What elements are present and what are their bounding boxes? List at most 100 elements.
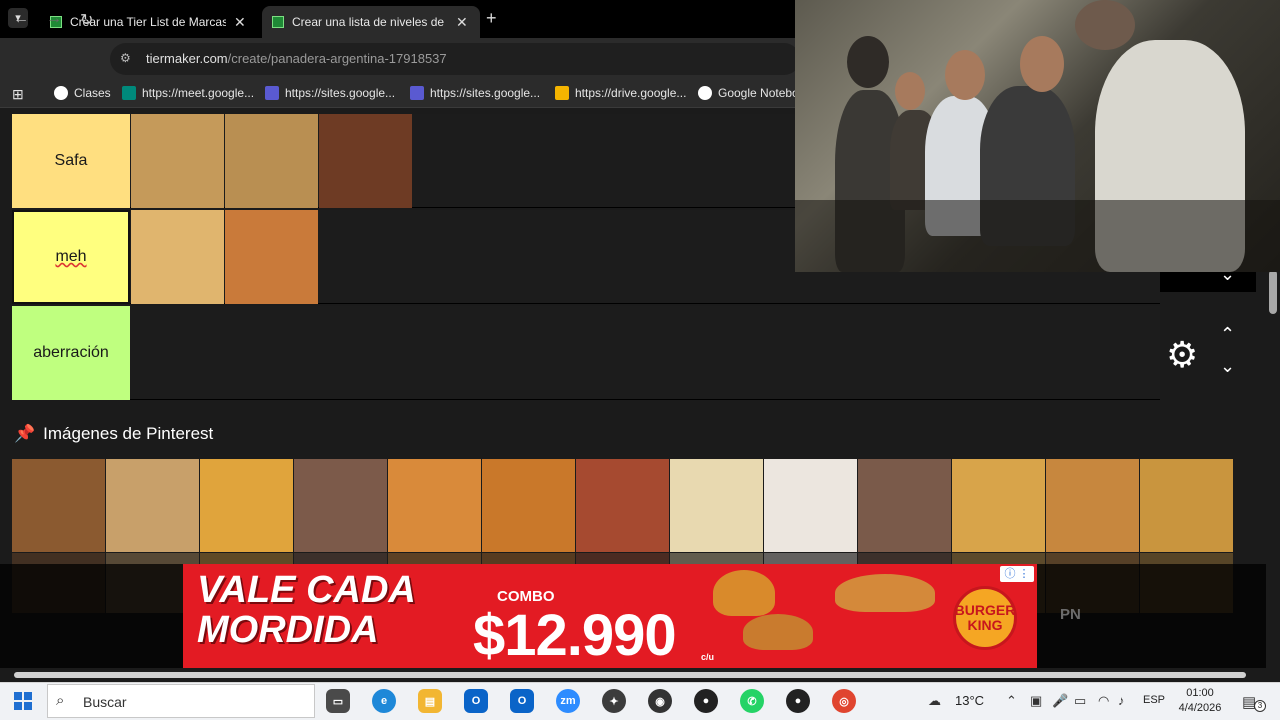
pinterest-image-tile[interactable] <box>1046 459 1139 552</box>
google-icon <box>54 86 68 100</box>
bookmark-clases[interactable]: Clases <box>54 86 111 100</box>
ad-unit: c/u <box>701 652 715 662</box>
pinterest-image-tile[interactable] <box>952 459 1045 552</box>
person-head <box>847 36 889 88</box>
url-text[interactable]: tiermaker.com/create/panadera-argentina-… <box>146 51 447 66</box>
pinterest-image-tile[interactable] <box>482 459 575 552</box>
chevron-up-icon[interactable]: ⌃ <box>1006 693 1017 709</box>
tier-item-image[interactable] <box>131 114 224 208</box>
webcam-overlay <box>795 0 1280 272</box>
pinterest-image-tile[interactable] <box>12 459 105 552</box>
microphone-icon[interactable]: 🎤 <box>1052 693 1068 709</box>
meet-now-icon[interactable]: ▣ <box>1030 693 1042 709</box>
url-path: /create/panadera-argentina-17918537 <box>227 51 447 66</box>
tier-label[interactable]: Safa <box>12 114 130 208</box>
pinterest-image-tile[interactable] <box>576 459 669 552</box>
tier-item-image[interactable] <box>225 210 318 304</box>
horizontal-scrollbar-thumb[interactable] <box>14 672 1246 678</box>
person-head <box>1075 0 1135 50</box>
tier-item-image[interactable] <box>225 114 318 208</box>
chevron-down-icon[interactable]: ⌄ <box>1220 356 1235 377</box>
meet-icon <box>122 86 136 100</box>
person-head <box>945 50 985 100</box>
ad-backdrop <box>0 564 183 668</box>
bookmark-sites-2[interactable]: https://sites.google... <box>410 86 540 100</box>
battery-icon[interactable]: ▭ <box>1074 693 1086 709</box>
site-info-icon[interactable]: ⚙ <box>120 51 131 65</box>
chevron-up-icon[interactable]: ⌃ <box>1220 324 1235 345</box>
pin-icon: 📌 <box>14 424 36 443</box>
pinterest-heading-text: Imágenes de Pinterest <box>43 424 214 443</box>
pinterest-image-tile[interactable] <box>764 459 857 552</box>
tier-item-image[interactable] <box>131 210 224 304</box>
chrome-icon[interactable]: ◎ <box>832 689 856 713</box>
pinterest-image-tile[interactable] <box>1140 459 1233 552</box>
ad-slogan: VALE CADA MORDIDA <box>197 570 457 650</box>
burger-king-logo: BURGER KING <box>953 586 1017 650</box>
ad-slogan-line: VALE CADA <box>197 569 416 611</box>
outlook-icon[interactable]: O <box>464 689 488 713</box>
whatsapp-icon[interactable]: ✆ <box>740 689 764 713</box>
volume-icon[interactable]: ♪ <box>1118 693 1125 708</box>
tab-tierlist-marcas[interactable]: Crear una Tier List de Marcas de ✕ <box>40 6 258 38</box>
pinterest-image-tile[interactable] <box>106 459 199 552</box>
vertical-scrollbar-thumb[interactable] <box>1269 270 1277 314</box>
sites-icon <box>265 86 279 100</box>
brand-line: BURGER <box>954 602 1016 618</box>
tab-panaderia[interactable]: Crear una lista de niveles de pa ✕ <box>262 6 480 38</box>
tier-label[interactable]: aberración <box>12 306 130 400</box>
brand-line: KING <box>967 617 1003 633</box>
pinterest-heading: 📌 Imágenes de Pinterest <box>14 424 213 444</box>
webcam-floor <box>795 200 1280 272</box>
new-tab-icon[interactable]: + <box>486 8 497 29</box>
ad-info-icon[interactable]: ⓘ ⋮ <box>1000 566 1034 582</box>
burger-king-ad[interactable]: VALE CADA MORDIDA COMBO $12.990 c/u BURG… <box>183 564 1037 668</box>
pinterest-image-tile[interactable] <box>670 459 763 552</box>
pokeball-icon[interactable]: ◉ <box>648 689 672 713</box>
tier-label[interactable]: meh <box>12 210 130 304</box>
person-head <box>895 72 925 110</box>
weather-temperature[interactable]: 13°C <box>955 693 984 708</box>
clock-time: 01:00 <box>1186 687 1214 699</box>
language-indicator[interactable]: ESP <box>1143 694 1165 706</box>
pinterest-image-tile[interactable] <box>294 459 387 552</box>
pinterest-image-tile[interactable] <box>858 459 951 552</box>
drive-icon <box>555 86 569 100</box>
obs-icon[interactable]: ● <box>694 689 718 713</box>
outlook-new-icon[interactable]: O <box>510 689 534 713</box>
bookmark-sites-1[interactable]: https://sites.google... <box>265 86 395 100</box>
pinterest-image-tile[interactable] <box>200 459 293 552</box>
app-icon[interactable]: ✦ <box>602 689 626 713</box>
tier-item-image[interactable] <box>319 114 412 208</box>
clock[interactable]: 01:00 4/4/2026 <box>1176 686 1224 716</box>
zoom-icon[interactable]: zm <box>556 689 580 713</box>
wifi-icon[interactable]: ◠ <box>1098 693 1109 709</box>
burger-image <box>835 574 935 612</box>
bookmark-meet[interactable]: https://meet.google... <box>122 86 254 100</box>
close-tab-icon[interactable]: ✕ <box>234 14 246 31</box>
back-icon[interactable]: ← <box>13 10 29 28</box>
bookmark-label: https://drive.google... <box>575 86 687 100</box>
gear-icon[interactable]: ⚙ <box>1166 334 1198 376</box>
close-tab-icon[interactable]: ✕ <box>456 14 468 31</box>
taskbar-search-placeholder: Buscar <box>83 694 127 710</box>
url-host: tiermaker.com <box>146 51 228 66</box>
forward-icon[interactable]: → <box>46 10 62 28</box>
weather-icon[interactable]: ☁ <box>928 693 941 709</box>
reload-icon[interactable]: ↻ <box>80 10 93 30</box>
obs-alt-icon[interactable]: ● <box>786 689 810 713</box>
windows-start-icon[interactable] <box>14 692 32 710</box>
pinterest-image-tile[interactable] <box>388 459 481 552</box>
burger-image <box>743 614 813 650</box>
tier-row-aberracion: aberración <box>12 306 1160 400</box>
person-head <box>1020 36 1064 92</box>
apps-grid-icon[interactable]: ⊞ <box>12 86 24 103</box>
bookmark-drive[interactable]: https://drive.google... <box>555 86 686 100</box>
clock-date: 4/4/2026 <box>1178 702 1222 714</box>
bookmark-label: https://sites.google... <box>285 86 396 100</box>
file-explorer-icon[interactable]: ▤ <box>418 689 442 713</box>
task-view-icon[interactable]: ▭ <box>326 689 350 713</box>
edge-icon[interactable]: e <box>372 689 396 713</box>
ad-slogan-line: MORDIDA <box>197 609 379 651</box>
bookmark-notebook[interactable]: Google Notebo <box>698 86 799 100</box>
